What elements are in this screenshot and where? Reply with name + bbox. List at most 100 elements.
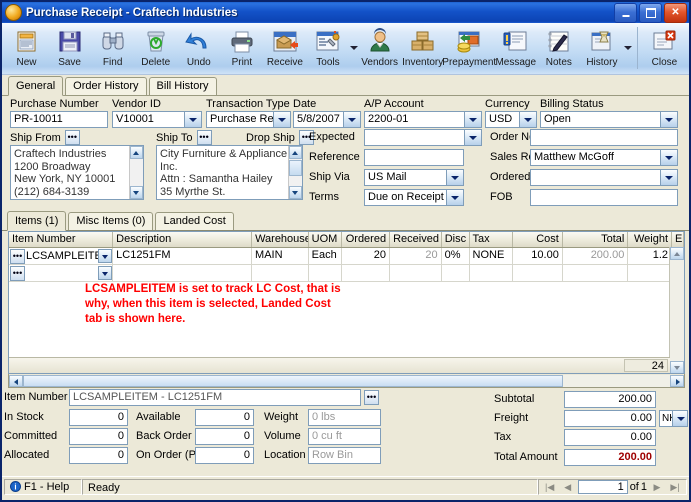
receive-button[interactable]: Receive xyxy=(263,25,306,73)
ship-from-scroll-down-icon[interactable] xyxy=(130,186,143,199)
table-row[interactable]: ••• LCSAMPLEITEM LC1251FM MAIN Each 20 2… xyxy=(9,248,684,265)
ship-to-lookup-button[interactable]: ••• xyxy=(196,130,212,145)
ship-to-scroll-up-icon[interactable] xyxy=(289,146,302,159)
col-warehouse[interactable]: Warehouse xyxy=(252,232,309,247)
expected-chevron-down-icon[interactable] xyxy=(464,130,481,145)
item-number-detail-input[interactable]: LCSAMPLEITEM - LC1251FM xyxy=(69,389,361,406)
new-button[interactable]: New xyxy=(5,25,48,73)
vendor-id-chevron-down-icon[interactable] xyxy=(184,112,201,127)
first-record-icon[interactable]: |◀ xyxy=(542,479,558,494)
col-uom[interactable]: UOM xyxy=(309,232,343,247)
ship-from-textarea[interactable]: Craftech Industries 1200 Broadway New Yo… xyxy=(10,145,144,200)
row-item-chevron-down-icon[interactable] xyxy=(98,249,113,263)
purchase-number-input[interactable]: PR-10011 xyxy=(10,111,108,128)
undo-button[interactable]: Undo xyxy=(177,25,220,73)
ship-from-lookup-button[interactable]: ••• xyxy=(64,130,80,145)
tab-general[interactable]: General xyxy=(8,76,64,96)
table-row[interactable]: ••• xyxy=(9,265,684,282)
col-cost[interactable]: Cost xyxy=(513,232,563,247)
grid-scroll-up-icon[interactable] xyxy=(670,247,684,260)
ordered-by-chevron-down-icon[interactable] xyxy=(660,170,677,185)
vendors-button[interactable]: Vendors xyxy=(358,25,401,73)
close-button[interactable]: ✕ xyxy=(664,2,687,23)
maximize-button[interactable] xyxy=(639,2,662,23)
tab-bill-history[interactable]: Bill History xyxy=(148,77,217,95)
fob-input[interactable] xyxy=(530,189,678,206)
col-item-number[interactable]: Item Number xyxy=(9,232,114,247)
last-record-icon[interactable]: ▶| xyxy=(667,479,683,494)
col-ordered[interactable]: Ordered xyxy=(342,232,391,247)
order-no-input[interactable] xyxy=(530,129,678,146)
ship-to-scroll-thumb[interactable] xyxy=(289,160,302,176)
ship-via-combo[interactable]: US Mail xyxy=(364,169,464,186)
grid-scroll-left-icon[interactable] xyxy=(9,374,23,387)
grid-vertical-scrollbar[interactable] xyxy=(669,247,684,373)
expected-combo[interactable] xyxy=(364,129,482,146)
tab-items[interactable]: Items (1) xyxy=(7,211,67,231)
items-grid[interactable]: Item Number Description Warehouse UOM Or… xyxy=(8,231,685,374)
save-button[interactable]: Save xyxy=(48,25,91,73)
previous-record-icon[interactable]: ◀ xyxy=(560,479,576,494)
col-e[interactable]: E xyxy=(672,232,684,247)
grid-scroll-down-icon[interactable] xyxy=(670,361,684,373)
volume-detail-input[interactable]: 0 cu ft xyxy=(308,428,381,445)
ship-from-scrollbar[interactable] xyxy=(129,146,143,199)
col-description[interactable]: Description xyxy=(113,232,253,247)
col-received[interactable]: Received xyxy=(390,232,442,247)
vendor-id-combo[interactable]: V10001 xyxy=(112,111,202,128)
tools-button[interactable]: Tools xyxy=(306,25,349,73)
minimize-button[interactable] xyxy=(614,2,637,23)
sales-rep-chevron-down-icon[interactable] xyxy=(660,150,677,165)
next-record-icon[interactable]: ▶ xyxy=(649,479,665,494)
ship-to-scrollbar[interactable] xyxy=(288,146,302,199)
terms-chevron-down-icon[interactable] xyxy=(446,190,463,205)
history-button[interactable]: History xyxy=(580,25,623,73)
prepayment-button[interactable]: Prepayment xyxy=(442,25,496,73)
freight-input[interactable]: 0.00 xyxy=(564,410,656,427)
transaction-type-chevron-down-icon[interactable] xyxy=(273,112,290,127)
col-weight[interactable]: Weight xyxy=(628,232,673,247)
freight-currency-combo[interactable]: NK xyxy=(659,410,688,427)
date-combo[interactable]: 5/8/2007 xyxy=(293,111,361,128)
delete-button[interactable]: Delete xyxy=(134,25,177,73)
ship-via-chevron-down-icon[interactable] xyxy=(446,170,463,185)
ap-account-chevron-down-icon[interactable] xyxy=(464,112,481,127)
col-tax[interactable]: Tax xyxy=(470,232,514,247)
print-button[interactable]: Print xyxy=(220,25,263,73)
in-stock-input[interactable]: 0 xyxy=(69,409,128,426)
ship-to-scroll-down-icon[interactable] xyxy=(289,186,302,199)
inventory-button[interactable]: Inventory xyxy=(401,25,444,73)
date-chevron-down-icon[interactable] xyxy=(343,112,360,127)
find-button[interactable]: Find xyxy=(91,25,134,73)
terms-combo[interactable]: Due on Receipt xyxy=(364,189,464,206)
ordered-by-combo[interactable] xyxy=(530,169,678,186)
record-current-input[interactable]: 1 xyxy=(577,479,628,494)
ship-to-textarea[interactable]: City Furniture & Appliance, Inc. Attn : … xyxy=(156,145,303,200)
grid-horizontal-scrollbar[interactable] xyxy=(8,374,685,388)
billing-status-chevron-down-icon[interactable] xyxy=(660,112,677,127)
committed-input[interactable]: 0 xyxy=(69,428,128,445)
message-button[interactable]: Message xyxy=(494,25,537,73)
help-cell[interactable]: i F1 - Help xyxy=(4,478,82,495)
ap-account-combo[interactable]: 2200-01 xyxy=(364,111,482,128)
tab-order-history[interactable]: Order History xyxy=(65,77,147,95)
row-item-lookup-button[interactable]: ••• xyxy=(10,248,25,264)
history-dropdown-chevron-down-icon[interactable] xyxy=(623,25,632,71)
col-disc[interactable]: Disc xyxy=(442,232,470,247)
billing-status-combo[interactable]: Open xyxy=(540,111,678,128)
tools-dropdown-chevron-down-icon[interactable] xyxy=(350,25,359,71)
currency-combo[interactable]: USD xyxy=(485,111,537,128)
newrow-item-lookup-button[interactable]: ••• xyxy=(10,265,25,281)
reference-input[interactable] xyxy=(364,149,464,166)
allocated-input[interactable]: 0 xyxy=(69,447,128,464)
close-toolbar-button[interactable]: Close xyxy=(643,25,686,73)
available-input[interactable]: 0 xyxy=(195,409,254,426)
item-number-detail-lookup-button[interactable]: ••• xyxy=(364,390,379,405)
tab-landed-cost[interactable]: Landed Cost xyxy=(155,212,234,230)
sales-rep-combo[interactable]: Matthew McGoff xyxy=(530,149,678,166)
on-order-po-input[interactable]: 0 xyxy=(195,447,254,464)
transaction-type-combo[interactable]: Purchase Receipt xyxy=(206,111,291,128)
grid-hscroll-track[interactable] xyxy=(23,374,670,387)
tab-misc-items[interactable]: Misc Items (0) xyxy=(68,212,154,230)
ship-from-scroll-up-icon[interactable] xyxy=(130,146,143,159)
